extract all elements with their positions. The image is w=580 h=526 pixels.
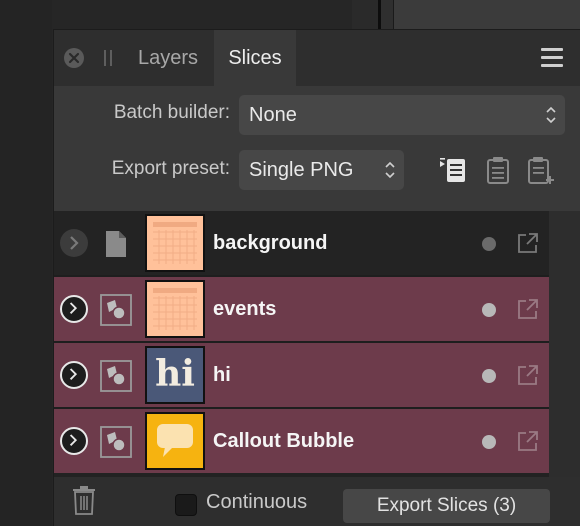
document-icon — [106, 231, 126, 257]
slice-row-callout-bubble[interactable]: Callout Bubble — [54, 409, 549, 473]
export-preset-select[interactable]: Single PNG — [239, 150, 404, 190]
close-icon — [68, 52, 80, 64]
create-preset-icon[interactable] — [438, 154, 470, 186]
export-preset-value: Single PNG — [249, 159, 354, 181]
visibility-dot-icon[interactable] — [482, 369, 496, 383]
continuous-label: Continuous — [206, 491, 308, 513]
export-slice-icon[interactable] — [516, 297, 540, 321]
callout-bubble-icon — [147, 414, 203, 468]
slice-row-events[interactable]: events — [54, 277, 549, 341]
visibility-dot-icon[interactable] — [482, 435, 496, 449]
expand-chevron-icon[interactable] — [60, 361, 88, 389]
stepper-arrows-icon — [546, 106, 556, 124]
tab-slices[interactable]: Slices — [214, 30, 296, 86]
slice-thumbnail: hi — [145, 346, 205, 404]
add-preset-clipboard-icon[interactable] — [524, 154, 556, 186]
background-window — [0, 0, 52, 526]
export-slice-icon[interactable] — [516, 363, 540, 387]
export-slice-icon[interactable] — [516, 429, 540, 453]
slices-list: background events hi hi Callout Bubble — [54, 211, 549, 477]
panel-tabbar: Layers Slices — [54, 30, 580, 86]
list-scroll-gutter — [549, 211, 580, 477]
layer-shapes-icon — [100, 294, 132, 326]
slice-thumbnail — [145, 214, 205, 272]
expand-chevron-icon[interactable] — [60, 295, 88, 323]
slice-thumbnail — [145, 412, 205, 470]
batch-builder-value: None — [249, 104, 297, 126]
layer-shapes-icon — [100, 360, 132, 392]
continuous-checkbox[interactable] — [175, 494, 197, 516]
trash-icon[interactable] — [72, 485, 96, 515]
layer-shapes-icon — [100, 426, 132, 458]
tab-layers[interactable]: Layers — [126, 30, 210, 86]
export-preset-label: Export preset: — [111, 158, 230, 179]
visibility-dot-icon[interactable] — [482, 237, 496, 251]
background-window-column — [352, 0, 378, 30]
panel-footer: Continuous Export Slices (3) — [54, 477, 580, 526]
background-window-panel — [378, 0, 580, 30]
slices-panel: Layers Slices Batch builder: None Export… — [53, 29, 580, 526]
slice-thumbnail — [145, 280, 205, 338]
batch-builder-select[interactable]: None — [239, 95, 565, 135]
slice-row-background[interactable]: background — [54, 211, 549, 275]
expand-chevron-icon[interactable] — [60, 427, 88, 455]
panel-menu-icon[interactable] — [541, 48, 563, 68]
export-slices-button[interactable]: Export Slices (3) — [343, 489, 550, 523]
stepper-arrows-icon — [385, 161, 395, 179]
slice-label: hi — [213, 364, 231, 386]
export-slice-icon[interactable] — [516, 231, 540, 255]
preset-clipboard-icon[interactable] — [482, 154, 514, 186]
slice-label: events — [213, 298, 277, 320]
expand-chevron-icon[interactable] — [60, 229, 88, 257]
slice-row-hi[interactable]: hi hi — [54, 343, 549, 407]
background-window-inner — [393, 0, 580, 30]
slice-label: background — [213, 232, 328, 254]
slice-label: Callout Bubble — [213, 430, 355, 452]
drag-grip-icon[interactable] — [104, 50, 112, 66]
visibility-dot-icon[interactable] — [482, 303, 496, 317]
close-panel-button[interactable] — [64, 48, 84, 68]
batch-builder-label: Batch builder: — [113, 102, 230, 123]
thumbnail-text: hi — [155, 353, 195, 395]
